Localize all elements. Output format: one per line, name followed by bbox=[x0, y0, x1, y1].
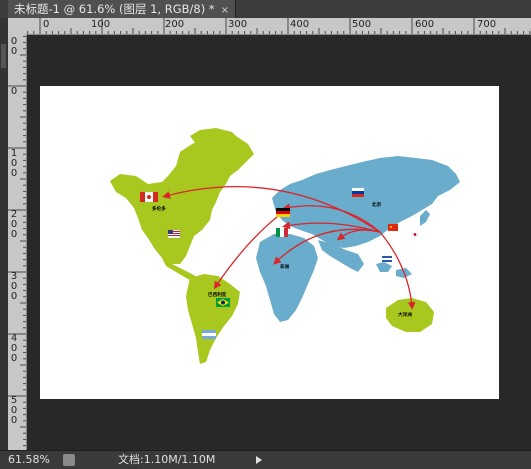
africa-landmass bbox=[256, 234, 318, 322]
flag-argentina bbox=[202, 330, 216, 339]
label-brazil: 巴西利亚 bbox=[208, 291, 227, 298]
eurasia-landmass bbox=[272, 156, 460, 248]
ruler-label-100-d2: 0 bbox=[11, 168, 17, 179]
horizontal-ruler[interactable]: 0 100 200 300 400 500 600 700 bbox=[26, 18, 531, 35]
vertical-ruler-ticks: 0 0 0 1 0 0 2 0 0 3 0 0 4 0 0 5 0 0 bbox=[8, 35, 26, 447]
document-tab-title: 未标题-1 @ 61.6% (图层 1, RGB/8) * bbox=[14, 2, 215, 16]
ruler-label-300-d2: 0 bbox=[11, 291, 17, 302]
ruler-origin[interactable] bbox=[8, 18, 27, 35]
ruler-label-200: 200 bbox=[165, 19, 184, 30]
ruler-label-700: 700 bbox=[477, 19, 496, 30]
vertical-ruler[interactable]: 0 0 0 1 0 0 2 0 0 3 0 0 4 0 0 5 0 0 bbox=[8, 34, 27, 450]
flag-italy bbox=[276, 228, 288, 237]
flag-germany bbox=[276, 208, 290, 217]
ruler-label-500: 500 bbox=[352, 19, 371, 30]
japan-landmass bbox=[420, 210, 430, 226]
world-map: 多伦多 巴西利亚 北京 非洲 大洋洲 bbox=[110, 128, 460, 364]
ruler-label-500-d2: 0 bbox=[11, 415, 17, 426]
label-china: 北京 bbox=[372, 201, 382, 208]
ruler-label-400: 400 bbox=[290, 19, 309, 30]
flag-japan bbox=[411, 231, 419, 238]
southeast-asia-islands bbox=[376, 262, 412, 278]
document-info[interactable]: 文档:1.10M/1.10M bbox=[118, 451, 215, 469]
label-australia: 大洋洲 bbox=[398, 311, 412, 318]
flag-russia bbox=[351, 187, 365, 197]
flag-south-asia bbox=[382, 256, 392, 262]
ruler-offset-digit-1: 0 bbox=[11, 46, 17, 57]
ruler-label-600: 600 bbox=[415, 19, 434, 30]
north-america-landmass bbox=[110, 134, 254, 264]
status-menu-arrow-icon[interactable] bbox=[256, 456, 262, 464]
ruler-label-300: 300 bbox=[228, 19, 247, 30]
ruler-label-0-d0: 0 bbox=[11, 86, 17, 97]
flag-canada bbox=[139, 191, 159, 203]
panel-collapse-handle[interactable] bbox=[1, 44, 6, 68]
document-tab-bar: 未标题-1 @ 61.6% (图层 1, RGB/8) * × bbox=[0, 0, 531, 19]
ruler-label-400-d2: 0 bbox=[11, 353, 17, 364]
horizontal-ruler-ticks: 0 100 200 300 400 500 600 700 bbox=[27, 18, 531, 34]
document-canvas[interactable]: 多伦多 巴西利亚 北京 非洲 大洋洲 bbox=[40, 86, 499, 399]
ruler-label-100: 100 bbox=[91, 19, 110, 30]
zoom-level[interactable]: 61.58% bbox=[8, 451, 50, 469]
status-bar: 61.58% 文档:1.10M/1.10M bbox=[0, 450, 531, 469]
flag-usa bbox=[167, 229, 181, 239]
ruler-label-0: 0 bbox=[43, 19, 49, 30]
label-canada: 多伦多 bbox=[152, 205, 166, 212]
document-tab[interactable]: 未标题-1 @ 61.6% (图层 1, RGB/8) * × bbox=[8, 0, 236, 18]
ruler-label-200-d2: 0 bbox=[11, 229, 17, 240]
south-america-landmass bbox=[186, 274, 240, 364]
share-icon[interactable] bbox=[63, 454, 75, 466]
flag-china bbox=[388, 224, 398, 231]
label-africa: 非洲 bbox=[280, 263, 290, 270]
flag-brazil bbox=[216, 298, 230, 307]
close-tab-icon[interactable]: × bbox=[221, 5, 229, 16]
